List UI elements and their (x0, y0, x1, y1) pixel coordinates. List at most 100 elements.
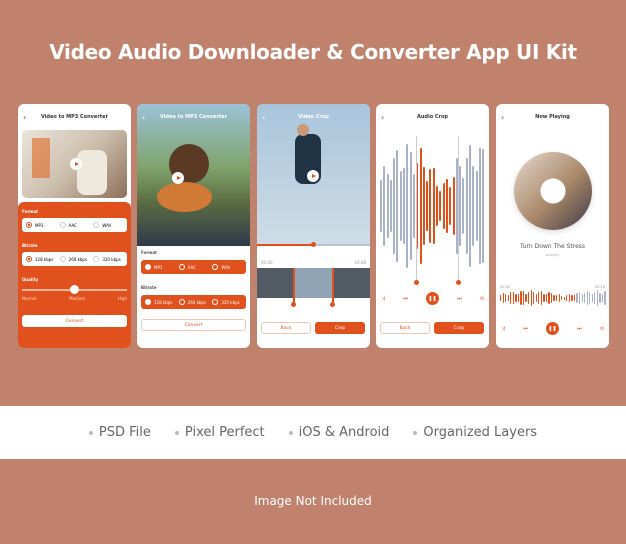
back-icon[interactable]: ‹ (142, 113, 145, 122)
bitrate-320[interactable]: 320 kbps (93, 256, 123, 262)
screen-header: ‹ Video to MP3 Converter (18, 104, 131, 130)
convert-button[interactable]: Convert (141, 319, 246, 331)
wave-bar (396, 150, 399, 262)
wave-bar (568, 293, 571, 303)
wave-bar (500, 294, 502, 302)
format-mp3[interactable]: MP3 (26, 222, 56, 228)
time-range: 00:00 16:48 (261, 260, 366, 265)
wave-bar (543, 293, 545, 303)
back-button[interactable]: Back (380, 322, 430, 334)
quality-slider[interactable] (22, 285, 127, 294)
shuffle-icon[interactable]: ⤨ (501, 326, 505, 332)
wave-bar (563, 296, 565, 300)
wave-bar (512, 291, 514, 305)
wave-bar (571, 295, 573, 301)
wave-bar (525, 293, 527, 303)
wave-bar (449, 186, 452, 226)
wave-bar (515, 293, 517, 303)
wave-bar (472, 165, 475, 247)
crop-marker-right[interactable] (456, 136, 461, 285)
convert-button[interactable]: Convert (22, 315, 127, 327)
crop-handle-right[interactable] (330, 268, 335, 307)
back-button[interactable]: Back (261, 322, 311, 334)
wave-bar (558, 294, 560, 302)
screen-header: ‹ Now Playing (496, 104, 609, 130)
bitrate-260[interactable]: 260 kbps (59, 256, 90, 262)
crop-handle-left[interactable] (291, 268, 296, 307)
wave-bar (589, 291, 591, 305)
screen-audio-crop: ‹ Audio Crop ⤨ ⏮ ❚❚ ⏭ ⟲ Back Crop (376, 104, 489, 348)
wave-bar (419, 148, 422, 264)
bitrate-label: Bitrate (22, 243, 38, 248)
wave-bar (573, 295, 576, 301)
pause-button[interactable]: ❚❚ (545, 322, 559, 335)
page-title: Video Audio Downloader & Converter App U… (49, 40, 577, 64)
wave-bar (566, 295, 568, 301)
feature-item: Organized Layers (413, 425, 537, 440)
video-thumbnail[interactable] (22, 130, 127, 198)
shuffle-icon[interactable]: ⤨ (381, 296, 385, 302)
repeat-icon[interactable]: ⟲ (480, 296, 484, 302)
format-mp3[interactable]: MP3 (145, 264, 175, 270)
previous-icon[interactable]: ⏮ (403, 296, 408, 302)
back-icon[interactable]: ‹ (501, 113, 504, 122)
bitrate-260[interactable]: 260 kbps (178, 299, 209, 305)
quality-ticks: Normal Medium High (22, 296, 127, 301)
format-label: Format (141, 250, 158, 255)
play-icon[interactable] (172, 172, 184, 184)
screen-video-to-mp3: ‹ Video to MP3 Converter Format MP3 AAC … (18, 104, 131, 348)
play-icon[interactable] (307, 170, 319, 182)
wave-bar (459, 166, 462, 246)
album-disc (514, 152, 592, 230)
bitrate-128[interactable]: 128 kbps (26, 256, 56, 262)
artist-name: Anxiety (545, 253, 560, 257)
format-wav[interactable]: WAV (212, 264, 242, 270)
next-icon[interactable]: ⏭ (577, 326, 582, 332)
wave-bar (533, 292, 535, 304)
screen-video-crop: ‹ Video Crop 00:00 16:48 Back Crop (257, 104, 370, 348)
wave-bar (550, 293, 553, 303)
wave-bar (578, 292, 581, 304)
wave-bar (478, 147, 481, 265)
format-aac[interactable]: AAC (178, 264, 209, 270)
time-start: 00:00 (500, 285, 511, 289)
previous-icon[interactable]: ⏮ (523, 326, 528, 332)
repeat-icon[interactable]: ⟲ (600, 326, 604, 332)
wave-bar (520, 290, 522, 306)
frame-strip[interactable] (257, 268, 370, 298)
back-icon[interactable]: ‹ (23, 113, 26, 122)
feature-item: Pixel Perfect (174, 425, 265, 440)
wave-bar (409, 151, 412, 261)
audio-waveform[interactable] (380, 142, 486, 270)
footer-note: Image Not Included (254, 494, 372, 508)
next-icon[interactable]: ⏭ (457, 296, 462, 302)
screen-header: ‹ Audio Crop (376, 104, 489, 130)
quality-label: Quality (22, 277, 39, 282)
feature-item: PSD File (88, 425, 151, 440)
wave-bar (561, 295, 563, 301)
format-wav[interactable]: WAV (93, 222, 123, 228)
pause-button[interactable]: ❚❚ (425, 292, 439, 305)
wave-bar (422, 166, 425, 246)
header-title: Video Crop (298, 114, 329, 120)
format-aac[interactable]: AAC (59, 222, 90, 228)
format-label: Format (22, 209, 39, 214)
wave-bar (386, 174, 389, 238)
bitrate-320[interactable]: 320 kbps (212, 299, 242, 305)
crop-marker-left[interactable] (414, 136, 419, 285)
playback-waveform[interactable] (500, 290, 606, 306)
bitrate-128[interactable]: 128 kbps (145, 299, 175, 305)
back-icon[interactable]: ‹ (381, 113, 384, 122)
crop-button[interactable]: Crop (434, 322, 484, 334)
wave-bar (586, 290, 588, 306)
wave-bar (432, 168, 435, 244)
back-icon[interactable]: ‹ (262, 113, 265, 122)
video-progress[interactable] (257, 242, 370, 247)
slider-thumb[interactable] (70, 285, 79, 294)
play-icon[interactable] (70, 158, 82, 170)
progress-knob[interactable] (311, 242, 316, 247)
screen-header: ‹ Video Crop (257, 104, 370, 130)
wave-bar (482, 149, 485, 263)
crop-button[interactable]: Crop (315, 322, 365, 334)
player-controls: ⤨ ⏮ ❚❚ ⏭ ⟲ (376, 292, 489, 305)
